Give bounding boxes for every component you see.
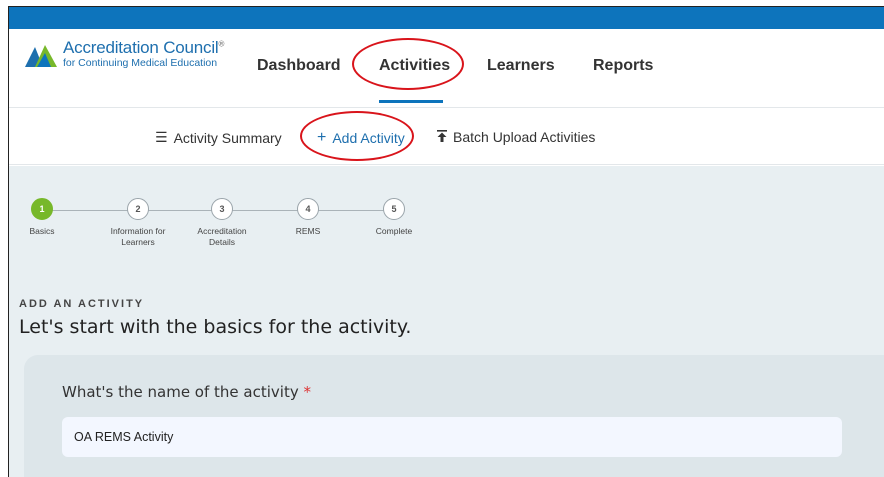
step-number: 1 [31,198,53,220]
required-marker: * [303,383,312,401]
batch-upload-link[interactable]: Batch Upload Activities [437,129,595,145]
logo-mark-icon [25,45,57,67]
step-number: 4 [297,198,319,220]
step-accreditation-details[interactable]: 3 Accreditation Details [177,198,267,247]
nav-reports[interactable]: Reports [593,57,653,75]
nav-dashboard[interactable]: Dashboard [257,57,341,75]
step-number: 3 [211,198,233,220]
step-label: Accreditation Details [197,226,247,247]
plus-icon: + [317,129,327,146]
list-icon: ☰ [155,129,168,145]
sub-nav: ☰ Activity Summary + Add Activity Batch … [9,108,884,165]
logo-title: Accreditation Council® [63,38,225,57]
main-nav: Accreditation Council® for Continuing Me… [9,29,884,108]
form-card: What's the name of the activity * [24,355,884,477]
accme-logo[interactable]: Accreditation Council® for Continuing Me… [23,39,224,69]
step-rems[interactable]: 4 REMS [263,198,353,237]
step-information-for-learners[interactable]: 2 Information for Learners [93,198,183,247]
upload-icon [437,129,447,145]
activity-name-label: What's the name of the activity * [62,383,311,401]
content-area: 1 Basics 2 Information for Learners 3 Ac… [9,166,884,477]
add-activity-link[interactable]: + Add Activity [317,129,405,147]
nav-active-indicator [379,100,443,103]
step-label: Complete [375,226,413,236]
logo-subtitle: for Continuing Medical Education [63,57,218,69]
step-complete[interactable]: 5 Complete [349,198,439,237]
section-eyebrow: ADD AN ACTIVITY [19,298,145,310]
page-heading: Let's start with the basics for the acti… [19,316,412,338]
app-window: Accreditation Council® for Continuing Me… [8,6,884,477]
top-accent-bar [9,7,884,29]
step-number: 5 [383,198,405,220]
step-label: Information for Learners [110,226,166,247]
activity-summary-link[interactable]: ☰ Activity Summary [155,129,282,146]
step-label: Basics [29,226,55,236]
nav-activities[interactable]: Activities [379,57,450,75]
step-label: REMS [295,226,321,236]
step-basics[interactable]: 1 Basics [9,198,87,237]
nav-learners[interactable]: Learners [487,57,555,75]
activity-name-input[interactable] [62,417,842,457]
progress-stepper: 1 Basics 2 Information for Learners 3 Ac… [9,198,449,268]
step-number: 2 [127,198,149,220]
